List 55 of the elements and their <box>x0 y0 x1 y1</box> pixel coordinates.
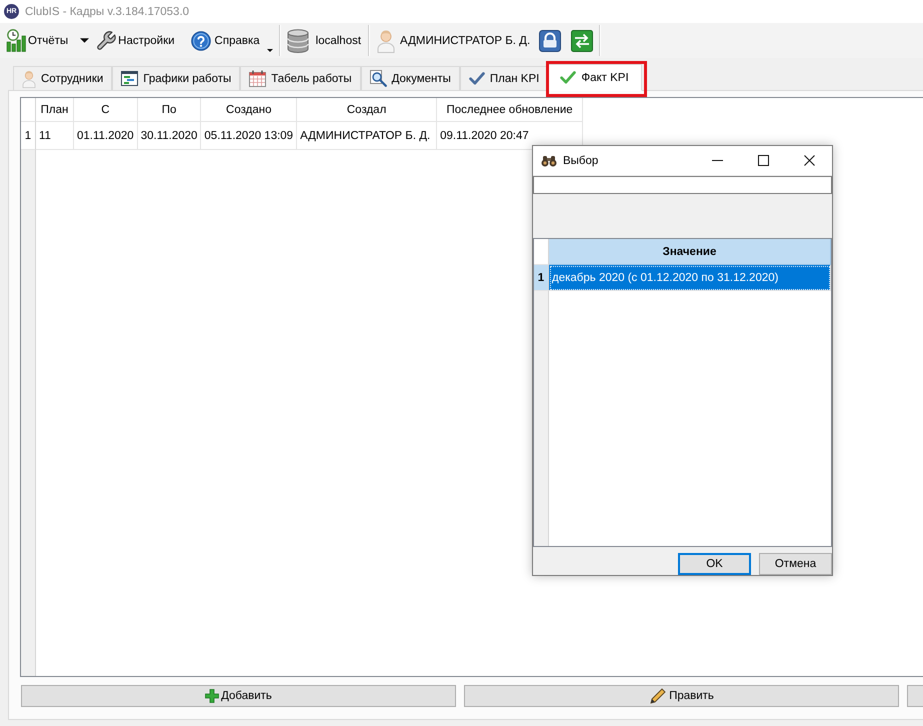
filter-field[interactable] <box>533 176 832 194</box>
caret-icon <box>80 38 90 43</box>
tab[interactable]: Табель работы <box>240 66 361 90</box>
help-icon <box>190 30 211 50</box>
column-header[interactable]: С <box>74 98 138 122</box>
tab[interactable]: Документы <box>360 66 460 90</box>
check-icon <box>468 72 485 85</box>
table-cell[interactable]: 01.11.2020 <box>74 122 138 150</box>
reports-button[interactable]: Отчёты <box>4 26 70 54</box>
action-button[interactable]: Править <box>464 685 899 707</box>
dialog-button[interactable]: Отмена <box>759 553 832 575</box>
dialog-button[interactable]: OK <box>678 553 751 575</box>
pencil-icon <box>649 687 668 705</box>
column-header[interactable]: По <box>138 98 202 122</box>
table-cell[interactable]: декабрь 2020 (с 01.12.2020 по 31.12.2020) <box>549 265 831 291</box>
column-header[interactable]: Создал <box>297 98 438 122</box>
calendar-icon <box>249 70 266 87</box>
table-cell[interactable]: 05.11.2020 13:09 <box>201 122 298 150</box>
minimize-icon <box>712 160 722 161</box>
user-button[interactable]: АДМИНИСТРАТОР Б. Д. <box>375 26 532 54</box>
tab[interactable]: План KPI <box>460 66 548 90</box>
row-header: 1 <box>534 265 549 291</box>
table-cell[interactable]: 30.11.2020 <box>138 122 202 150</box>
maximize-icon <box>758 155 768 166</box>
dialog-title: Выбор <box>563 154 600 166</box>
wrench-icon <box>95 30 118 52</box>
check-icon <box>560 71 576 84</box>
column-header[interactable]: Значение <box>549 239 831 265</box>
user-icon <box>377 28 396 52</box>
column-header[interactable]: План <box>36 98 74 122</box>
table-cell[interactable]: АДМИНИСТРАТОР Б. Д. <box>297 122 438 150</box>
help-button[interactable]: Справка <box>188 26 275 54</box>
tab[interactable]: Графики работы <box>112 66 240 90</box>
server-button[interactable]: localhost <box>284 26 364 54</box>
plus-icon <box>205 689 220 703</box>
row-header: 1 <box>21 122 36 150</box>
binoculars-icon <box>541 154 557 166</box>
tab[interactable]: Факт KPI <box>547 64 642 91</box>
lock-icon <box>539 30 562 52</box>
swap-arrows-icon <box>571 30 594 52</box>
tab[interactable]: Сотрудники <box>13 66 112 90</box>
column-header[interactable]: Создано <box>201 98 298 122</box>
window-title: ClubIS - Кадры v.3.184.17053.0 <box>25 6 190 18</box>
user-icon <box>22 70 36 88</box>
magnifier-icon <box>370 70 387 87</box>
table-cell[interactable]: 11 <box>36 122 74 150</box>
bar-chart-icon <box>6 29 27 52</box>
schedule-icon <box>121 71 138 86</box>
caret-icon <box>266 48 273 52</box>
action-button[interactable]: Добавить <box>21 685 456 707</box>
column-header[interactable]: Последнее обновление <box>437 98 584 122</box>
settings-button[interactable]: Настройки <box>93 26 177 54</box>
close-icon <box>804 155 814 166</box>
table-cell[interactable]: 09.11.2020 20:47 <box>437 122 584 150</box>
database-icon <box>286 28 309 52</box>
